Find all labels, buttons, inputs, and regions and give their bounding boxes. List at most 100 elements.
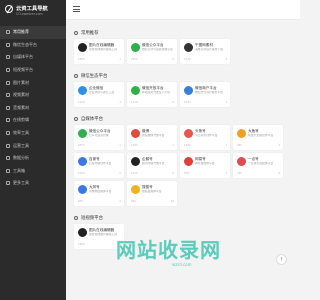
site-rank: 10 (170, 200, 174, 203)
site-logo-icon (237, 157, 246, 166)
site-card[interactable]: 百家号 百度内容创作平台 1100 5 (74, 153, 124, 178)
site-rank: 3 (225, 144, 227, 147)
sidebar-item[interactable]: 运营工具 (0, 139, 66, 152)
site-desc: 搜狐自媒体平台 (142, 190, 162, 193)
sidebar-nav: 常用推荐 微信生态平台 自媒体平台 短视频平台 图片素材 视频素材 音频素材 在… (0, 26, 66, 190)
sidebar-item[interactable]: 图片素材 (0, 76, 66, 89)
site-desc: 阿里大文娱创作平台 (248, 134, 274, 137)
sidebar-item-label: 效率工具 (13, 130, 29, 136)
site-rank: 4 (278, 144, 280, 147)
section-icon (74, 117, 78, 121)
site-card[interactable]: 微博 新浪微博开放平台 1480 2 (127, 125, 177, 150)
nav-icon (6, 30, 10, 35)
site-card[interactable]: 搜狐号 搜狐自媒体平台 690 10 (127, 181, 177, 206)
site-rank: 3 (225, 101, 227, 104)
sidebar-item[interactable]: 常用推荐 (0, 26, 66, 39)
site-desc: 企业通讯与办公工具 (89, 91, 115, 94)
site-visits: 1100 (78, 172, 85, 175)
site-card[interactable]: 企鹅号 腾讯内容开放平台 1010 6 (127, 153, 177, 178)
site-logo-icon (131, 86, 140, 95)
site-logo-icon (184, 86, 193, 95)
sidebar-item[interactable]: 工具箱 (0, 165, 66, 178)
section-title-text: 自媒体平台 (81, 117, 103, 122)
sidebar-item-label: 短视频平台 (13, 67, 33, 73)
sidebar-item-label: 在线剪辑 (13, 117, 29, 123)
site-visits: 1430 (131, 101, 138, 104)
site-logo-icon (131, 185, 140, 194)
section-title: 常用推荐 (74, 30, 99, 36)
section-title-text: 短视频平台 (81, 216, 103, 221)
site-desc: 今日头条创作平台 (195, 134, 218, 137)
section-icon (74, 74, 78, 78)
section-icon (74, 216, 78, 220)
logo-title: 云资工具导航 (16, 6, 48, 12)
site-visits: 1480 (131, 144, 138, 147)
section-title: 微信生态平台 (74, 73, 107, 79)
site-rank: 8 (278, 172, 280, 175)
site-logo-icon (78, 228, 87, 237)
site-card[interactable]: 大鱼号 阿里大文娱创作平台 980 4 (233, 125, 283, 150)
arrow-up-icon: ↑ (279, 256, 284, 263)
topbar (66, 0, 300, 20)
site-desc: 网易自媒体平台 (195, 162, 215, 165)
site-card[interactable]: 千图网素材 海量高清设计素材下载 1320 3 (180, 39, 230, 64)
sidebar-item[interactable]: 数据分析 (0, 152, 66, 165)
logo[interactable]: 云资工具导航 CO.awedzer.com (2, 3, 64, 21)
sidebar-item-label: 数据分析 (13, 155, 29, 161)
hamburger-icon[interactable] (73, 6, 80, 12)
site-visits: 1880 (78, 58, 85, 61)
site-card[interactable]: 微信开放平台 移动应用开发接入平台 1430 2 (127, 82, 177, 107)
sidebar-item-label: 常用推荐 (13, 29, 29, 35)
site-rank: 2 (172, 58, 174, 61)
sidebar-item-label: 音频素材 (13, 104, 29, 110)
logo-subtitle: CO.awedzer.com (16, 12, 43, 16)
site-rank: 6 (172, 172, 174, 175)
nav-icon (6, 143, 10, 148)
site-visits: 870 (184, 172, 189, 175)
site-card[interactable]: 企业微信 企业通讯与办公工具 1230 1 (74, 82, 124, 107)
nav-icon (6, 181, 10, 186)
section-icon (74, 31, 78, 35)
site-desc: 凤凰网自媒体平台 (89, 190, 112, 193)
nav-icon (6, 131, 10, 136)
site-desc: 免费在线图片编辑工具 (89, 48, 117, 51)
site-desc: 微信支付商户服务平台 (195, 91, 223, 94)
site-card[interactable]: 微信商户平台 微信支付商户服务平台 1234 3 (180, 82, 230, 107)
sidebar-item[interactable]: 更多工具 (0, 177, 66, 190)
sidebar-item[interactable]: 微信生态平台 (0, 39, 66, 52)
site-visits: 1010 (131, 172, 138, 175)
site-visits: 1234 (184, 101, 191, 104)
site-rank: 1 (119, 144, 121, 147)
site-desc: 腾讯内容开放平台 (142, 162, 165, 165)
site-rank: 3 (225, 58, 227, 61)
site-logo-icon (184, 157, 193, 166)
site-desc: 海量高清设计素材下载 (195, 48, 223, 51)
sidebar-item[interactable]: 视频素材 (0, 89, 66, 102)
sidebar-item[interactable]: 短视频平台 (0, 64, 66, 77)
sidebar-item[interactable]: 效率工具 (0, 127, 66, 140)
site-card[interactable]: 微信公众平台 微信公众号运营管理平台 2355 2 (127, 39, 177, 64)
site-visits: 650 (78, 200, 83, 203)
sidebar-item-label: 图片素材 (13, 79, 29, 85)
site-logo-icon (131, 43, 140, 52)
site-logo-icon (78, 86, 87, 95)
site-visits: 1230 (78, 101, 85, 104)
back-to-top-button[interactable]: ↑ (276, 254, 287, 265)
site-rank: 9 (119, 200, 121, 203)
site-logo-icon (131, 157, 140, 166)
site-visits: 1390 (184, 144, 191, 147)
sidebar-item[interactable]: 自媒体平台 (0, 51, 66, 64)
sidebar: 云资工具导航 CO.awedzer.com 常用推荐 微信生态平台 自媒体平台 … (0, 0, 66, 300)
site-card[interactable]: 头条号 今日头条创作平台 1390 3 (180, 125, 230, 150)
site-card[interactable]: 网易号 网易自媒体平台 870 7 (180, 153, 230, 178)
nav-icon (6, 55, 10, 60)
logo-icon (5, 5, 13, 13)
site-card[interactable]: 图片在线编辑器 免费在线图片编辑工具 1880 1 (74, 39, 124, 64)
sidebar-item[interactable]: 音频素材 (0, 102, 66, 115)
sidebar-item[interactable]: 在线剪辑 (0, 114, 66, 127)
site-visits: 980 (237, 144, 242, 147)
site-card[interactable]: 一点号 一点资讯自媒体平台 760 8 (233, 153, 283, 178)
site-card[interactable]: 大风号 凤凰网自媒体平台 650 9 (74, 181, 124, 206)
nav-icon (6, 80, 10, 85)
site-card[interactable]: 微信公众平台 公众号运营管理 2355 1 (74, 125, 124, 150)
